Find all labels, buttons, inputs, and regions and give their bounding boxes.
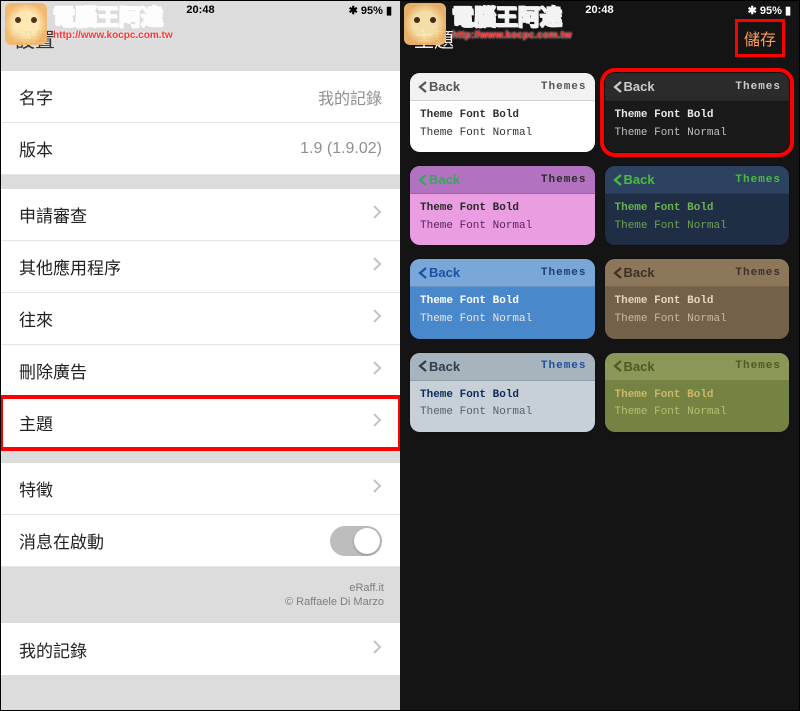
sample-bold: Theme Font Bold — [420, 107, 585, 125]
credits-site: eRaff.it — [349, 582, 384, 594]
row-remove-ads[interactable]: 刪除廣告 — [1, 345, 400, 397]
sample-normal: Theme Font Normal — [420, 311, 585, 329]
credits-copyright: © Raffaele Di Marzo — [285, 596, 384, 608]
back-button: Back — [418, 265, 460, 280]
back-button: Back — [418, 172, 460, 187]
back-button: Back — [613, 265, 655, 280]
nav-bar: 主題 儲存 — [400, 19, 799, 57]
sample-bold: Theme Font Bold — [615, 107, 780, 125]
theme-card-navy[interactable]: Back Themes Theme Font Bold Theme Font N… — [605, 166, 790, 245]
chevron-right-icon — [372, 478, 382, 499]
nav-bar: 設置 — [1, 19, 400, 57]
theme-card-light[interactable]: Back Themes Theme Font Bold Theme Font N… — [410, 73, 595, 152]
chevron-right-icon — [372, 639, 382, 660]
themes-label: Themes — [735, 360, 781, 372]
settings-screen: 電腦王阿達 http://www.kocpc.com.tw -- 20:48 ✱… — [1, 1, 400, 710]
row-my-records[interactable]: 我的記錄 — [1, 623, 400, 675]
row-label: 刪除廣告 — [19, 358, 87, 383]
theme-card-blue[interactable]: Back Themes Theme Font Bold Theme Font N… — [410, 259, 595, 338]
chevron-right-icon — [372, 256, 382, 277]
page-title: 設置 — [15, 24, 55, 53]
row-name[interactable]: 名字 我的記錄 — [1, 71, 400, 123]
save-button[interactable]: 儲存 — [735, 19, 785, 57]
themes-label: Themes — [735, 81, 781, 93]
theme-card-olive[interactable]: Back Themes Theme Font Bold Theme Font N… — [605, 353, 790, 432]
page-title: 主題 — [414, 24, 454, 53]
themes-label: Themes — [541, 360, 587, 372]
sample-normal: Theme Font Normal — [615, 404, 780, 422]
row-label: 往來 — [19, 306, 53, 331]
sample-normal: Theme Font Normal — [420, 404, 585, 422]
row-value: 我的記錄 — [318, 85, 382, 109]
chevron-right-icon — [372, 204, 382, 225]
sample-bold: Theme Font Bold — [615, 293, 780, 311]
back-button: Back — [418, 359, 460, 374]
sample-normal: Theme Font Normal — [420, 125, 585, 143]
back-button: Back — [613, 172, 655, 187]
sample-normal: Theme Font Normal — [615, 218, 780, 236]
chevron-right-icon — [372, 412, 382, 433]
status-bar: -- 20:48 ✱ 95% ▮ — [400, 1, 799, 19]
themes-label: Themes — [735, 267, 781, 279]
row-review[interactable]: 申請審查 — [1, 189, 400, 241]
status-time: 20:48 — [400, 4, 799, 16]
sample-bold: Theme Font Bold — [615, 200, 780, 218]
chevron-right-icon — [372, 360, 382, 381]
themes-screen: 電腦王阿達 http://www.kocpc.com.tw -- 20:48 ✱… — [400, 1, 799, 710]
row-label: 其他應用程序 — [19, 254, 121, 279]
toggle-switch[interactable] — [330, 526, 382, 556]
credits: eRaff.it © Raffaele Di Marzo — [1, 567, 400, 623]
row-label: 名字 — [19, 84, 53, 109]
row-history[interactable]: 往來 — [1, 293, 400, 345]
row-version: 版本 1.9 (1.9.02) — [1, 123, 400, 175]
row-other-apps[interactable]: 其他應用程序 — [1, 241, 400, 293]
row-label: 申請審查 — [19, 202, 87, 227]
sample-bold: Theme Font Bold — [420, 387, 585, 405]
chevron-right-icon — [372, 308, 382, 329]
sample-bold: Theme Font Bold — [420, 293, 585, 311]
row-label: 消息在啟動 — [19, 528, 104, 553]
sample-normal: Theme Font Normal — [615, 125, 780, 143]
back-button: Back — [613, 79, 655, 94]
theme-card-dark[interactable]: Back Themes Theme Font Bold Theme Font N… — [605, 73, 790, 152]
back-button: Back — [613, 359, 655, 374]
themes-label: Themes — [541, 174, 587, 186]
status-bar: -- 20:48 ✱ 95% ▮ — [1, 1, 400, 19]
row-label: 特徵 — [19, 476, 53, 501]
theme-card-pink[interactable]: Back Themes Theme Font Bold Theme Font N… — [410, 166, 595, 245]
theme-card-steel[interactable]: Back Themes Theme Font Bold Theme Font N… — [410, 353, 595, 432]
theme-grid: Back Themes Theme Font Bold Theme Font N… — [410, 73, 789, 432]
sample-bold: Theme Font Bold — [615, 387, 780, 405]
themes-label: Themes — [735, 174, 781, 186]
row-label: 主題 — [19, 410, 53, 435]
row-features[interactable]: 特徵 — [1, 463, 400, 515]
theme-card-brown[interactable]: Back Themes Theme Font Bold Theme Font N… — [605, 259, 790, 338]
row-msg-on-start[interactable]: 消息在啟動 — [1, 515, 400, 567]
sample-bold: Theme Font Bold — [420, 200, 585, 218]
themes-label: Themes — [541, 81, 587, 93]
row-theme[interactable]: 主題 — [1, 397, 400, 449]
sample-normal: Theme Font Normal — [420, 218, 585, 236]
row-label: 我的記錄 — [19, 637, 87, 662]
back-button: Back — [418, 79, 460, 94]
sample-normal: Theme Font Normal — [615, 311, 780, 329]
row-value: 1.9 (1.9.02) — [300, 140, 382, 158]
themes-label: Themes — [541, 267, 587, 279]
row-label: 版本 — [19, 136, 53, 161]
status-time: 20:48 — [1, 4, 400, 16]
